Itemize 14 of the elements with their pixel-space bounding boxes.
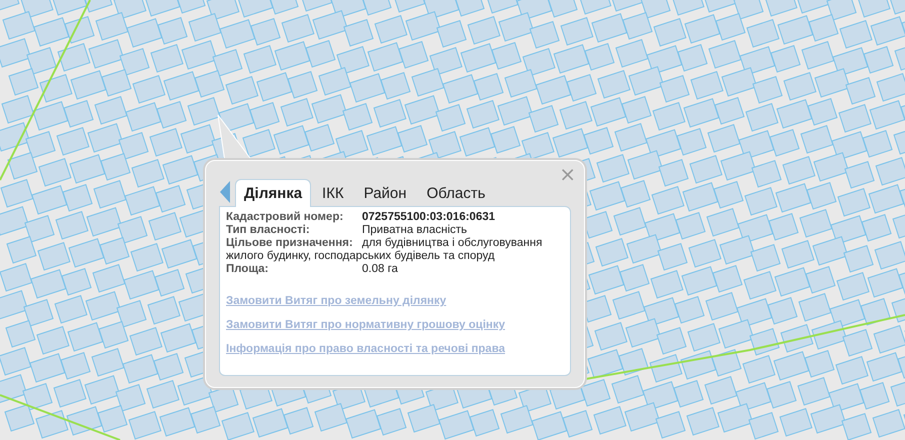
tab[interactable]: Ділянка (235, 179, 312, 207)
field-label: Площа: (226, 263, 270, 276)
field-value: 0.08 га (362, 263, 399, 276)
field-label: Тип власності: (226, 224, 311, 237)
tab[interactable]: ІКК (313, 179, 353, 207)
field-value: для будівництва і обслуговування (362, 237, 544, 250)
tab[interactable]: Район (354, 179, 416, 207)
field-label: Цільове призначення: (226, 237, 354, 250)
tab[interactable]: Область (418, 179, 494, 207)
field-value: жилого будинку, господарських будівель та споруд (226, 250, 496, 263)
field-value: 0725755100:03:016:0631 (362, 211, 496, 224)
back-arrow-icon[interactable] (219, 181, 231, 203)
field-value: Приватна власність (362, 224, 468, 237)
field-label: Кадастровий номер: (226, 211, 344, 224)
